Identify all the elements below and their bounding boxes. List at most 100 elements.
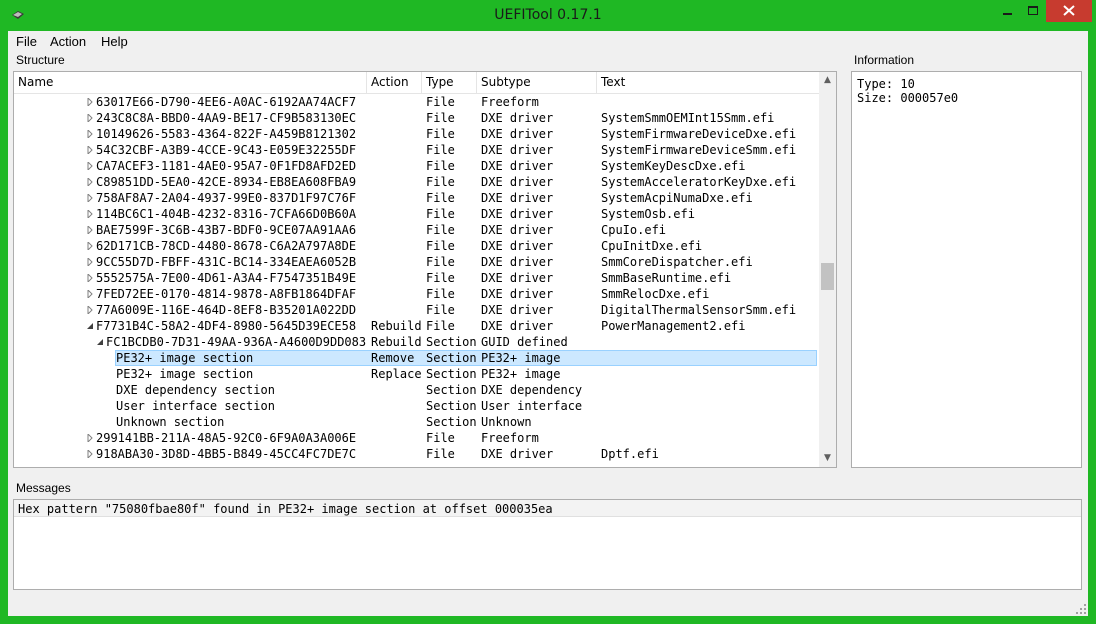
menu-help[interactable]: Help	[101, 34, 128, 49]
column-header-type[interactable]: Type	[422, 72, 477, 93]
collapsed-arrow-icon[interactable]	[86, 242, 94, 250]
cell-subtype: DXE driver	[481, 223, 554, 237]
collapsed-arrow-icon[interactable]	[86, 290, 94, 298]
collapsed-arrow-icon[interactable]	[86, 274, 94, 282]
tree-row[interactable]: 7FED72EE-0170-4814-9878-A8FB1864DFAF File…	[14, 286, 819, 302]
cell-name: DXE dependency section	[116, 383, 275, 397]
collapsed-arrow-icon[interactable]	[86, 98, 94, 106]
cell-action	[371, 206, 423, 222]
cell-text: SystemFirmwareDeviceSmm.efi	[601, 143, 797, 157]
collapsed-arrow-icon[interactable]	[86, 210, 94, 218]
column-header-subtype[interactable]: Subtype	[477, 72, 597, 93]
cell-text: Dptf.efi	[601, 447, 659, 461]
cell-text: SmmCoreDispatcher.efi	[601, 255, 753, 269]
cell-name: 5552575A-7E00-4D61-A3A4-F7547351B49E	[96, 271, 357, 285]
cell-type: Section	[426, 335, 477, 349]
tree-row[interactable]: 77A6009E-116E-464D-8EF8-B35201A022DD File…	[14, 302, 819, 318]
tree-row[interactable]: BAE7599F-3C6B-43B7-BDF0-9CE07AA91AA6 File…	[14, 222, 819, 238]
tree-row[interactable]: 10149626-5583-4364-822F-A459B8121302 File…	[14, 126, 819, 142]
cell-text	[601, 382, 816, 398]
resize-grip-icon[interactable]	[1076, 604, 1086, 614]
cell-text: CpuInitDxe.efi	[601, 239, 703, 253]
cell-type: File	[426, 159, 455, 173]
minimize-button[interactable]	[994, 0, 1020, 22]
close-button[interactable]	[1046, 0, 1092, 22]
minimize-icon	[1003, 13, 1012, 15]
cell-name: 243C8C8A-BBD0-4AA9-BE17-CF9B583130EC	[96, 111, 357, 125]
structure-tree[interactable]: Name Action Type Subtype Text 63017E66-D…	[13, 71, 837, 468]
cell-action	[371, 398, 423, 414]
collapsed-arrow-icon[interactable]	[86, 178, 94, 186]
messages-list[interactable]: Hex pattern "75080fbae80f" found in PE32…	[13, 499, 1082, 590]
tree-row[interactable]: 63017E66-D790-4EE6-A0AC-6192AA74ACF7 File…	[14, 94, 819, 110]
collapsed-arrow-icon[interactable]	[86, 258, 94, 266]
tree-row[interactable]: 299141BB-211A-48A5-92C0-6F9A0A3A006E File…	[14, 430, 819, 446]
collapsed-arrow-icon[interactable]	[86, 130, 94, 138]
cell-name: 77A6009E-116E-464D-8EF8-B35201A022DD	[96, 303, 357, 317]
cell-action: Remove	[371, 351, 415, 365]
information-label: Information	[854, 53, 915, 67]
cell-type: File	[426, 191, 455, 205]
client-area: File Action Help Structure Information N…	[8, 31, 1088, 616]
tree-row[interactable]: C89851DD-5EA0-42CE-8934-EB8EA608FBA9 File…	[14, 174, 819, 190]
collapsed-arrow-icon[interactable]	[86, 162, 94, 170]
tree-row[interactable]: 243C8C8A-BBD0-4AA9-BE17-CF9B583130EC File…	[14, 110, 819, 126]
menu-action[interactable]: Action	[50, 34, 86, 49]
cell-type: File	[426, 207, 455, 221]
maximize-button[interactable]	[1020, 0, 1046, 22]
scroll-down-icon[interactable]: ▼	[819, 450, 836, 467]
column-header-action[interactable]: Action	[367, 72, 422, 93]
expanded-arrow-icon[interactable]	[96, 338, 104, 346]
cell-type: File	[426, 239, 455, 253]
title-bar[interactable]: UEFITool 0.17.1	[0, 0, 1096, 31]
tree-row[interactable]: F7731B4C-58A2-4DF4-8980-5645D39ECE58 Rebu…	[14, 318, 819, 334]
scroll-thumb[interactable]	[821, 263, 834, 290]
cell-text	[601, 350, 816, 366]
tree-row[interactable]: 54C32CBF-A3B9-4CCE-9C43-E059E32255DF File…	[14, 142, 819, 158]
tree-row[interactable]: User interface section Section User interf…	[14, 398, 819, 414]
information-panel[interactable]: Type: 10 Size: 000057e0	[851, 71, 1082, 468]
cell-text	[601, 334, 816, 350]
collapsed-arrow-icon[interactable]	[86, 226, 94, 234]
tree-row[interactable]: FC1BCDB0-7D31-49AA-936A-A4600D9DD083 Rebu…	[14, 334, 819, 350]
vertical-scrollbar[interactable]: ▲ ▼	[819, 72, 836, 467]
scroll-up-icon[interactable]: ▲	[819, 72, 836, 89]
status-bar	[8, 597, 1088, 616]
column-header-name[interactable]: Name	[14, 72, 367, 93]
expanded-arrow-icon[interactable]	[86, 322, 94, 330]
tree-row[interactable]: 5552575A-7E00-4D61-A3A4-F7547351B49E File…	[14, 270, 819, 286]
cell-type: File	[426, 319, 455, 333]
tree-row[interactable]: 62D171CB-78CD-4480-8678-C6A2A797A8DE File…	[14, 238, 819, 254]
collapsed-arrow-icon[interactable]	[86, 146, 94, 154]
cell-name: Unknown section	[116, 415, 225, 429]
cell-text: SmmBaseRuntime.efi	[601, 271, 732, 285]
maximize-icon	[1028, 6, 1038, 15]
tree-row[interactable]: 918ABA30-3D8D-4BB5-B849-45CC4FC7DE7C File…	[14, 446, 819, 462]
menu-file[interactable]: File	[16, 34, 37, 49]
message-item[interactable]: Hex pattern "75080fbae80f" found in PE32…	[14, 500, 1081, 517]
cell-subtype: DXE driver	[481, 143, 554, 157]
cell-text: SmmRelocDxe.efi	[601, 287, 710, 301]
column-header-text[interactable]: Text	[597, 72, 819, 93]
cell-text: SystemAcceleratorKeyDxe.efi	[601, 175, 797, 189]
cell-action	[371, 158, 423, 174]
tree-row[interactable]: PE32+ image section Replace Section PE32+ i…	[14, 366, 819, 382]
tree-row[interactable]: Unknown section Section Unknown	[14, 414, 819, 430]
tree-row[interactable]: CA7ACEF3-1181-4AE0-95A7-0F1FD8AFD2ED File…	[14, 158, 819, 174]
collapsed-arrow-icon[interactable]	[86, 114, 94, 122]
cell-action: Rebuild	[371, 335, 422, 349]
collapsed-arrow-icon[interactable]	[86, 306, 94, 314]
tree-row[interactable]: 9CC55D7D-FBFF-431C-BC14-334EAEA6052B File…	[14, 254, 819, 270]
collapsed-arrow-icon[interactable]	[86, 194, 94, 202]
collapsed-arrow-icon[interactable]	[86, 450, 94, 458]
cell-subtype: PE32+ image	[481, 351, 561, 365]
cell-name: FC1BCDB0-7D31-49AA-936A-A4600D9DD083	[106, 335, 367, 349]
tree-row[interactable]: 114BC6C1-404B-4232-8316-7CFA66D0B60A File…	[14, 206, 819, 222]
cell-type: File	[426, 111, 455, 125]
collapsed-arrow-icon[interactable]	[86, 434, 94, 442]
tree-row[interactable]: PE32+ image section Remove Section PE32+ im…	[14, 350, 819, 366]
cell-type: File	[426, 127, 455, 141]
tree-row[interactable]: 758AF8A7-2A04-4937-99E0-837D1F97C76F File…	[14, 190, 819, 206]
tree-row[interactable]: DXE dependency section Section DXE depende…	[14, 382, 819, 398]
cell-text	[601, 430, 816, 446]
